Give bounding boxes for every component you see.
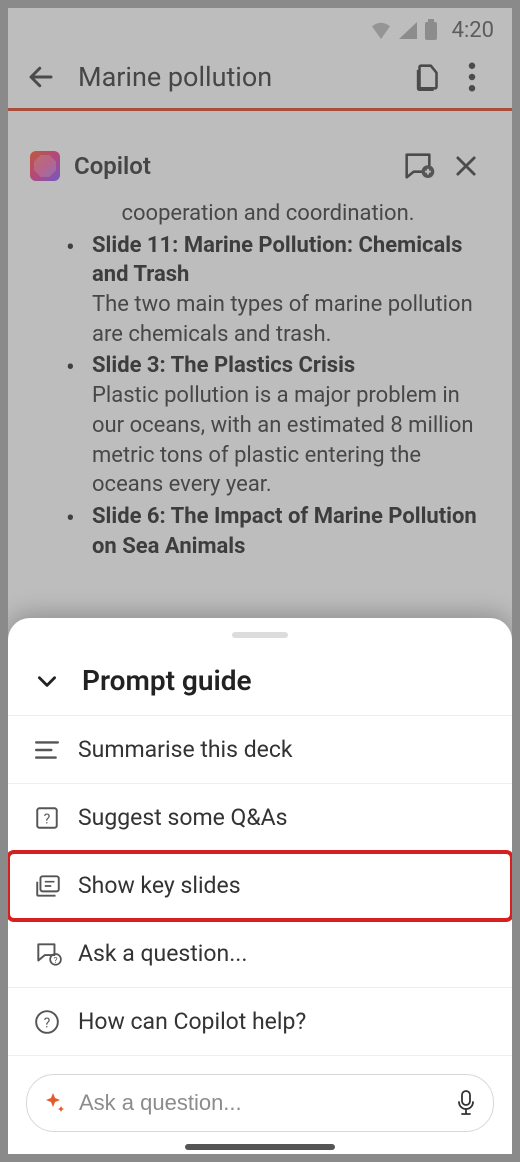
svg-text:?: ? [44,1015,51,1031]
slides-icon [34,873,78,899]
status-bar: 4:20 [8,8,512,52]
sheet-grabber[interactable] [232,632,288,638]
slide-title: Slide 6: The Impact of Marine Pollution … [92,504,477,559]
menu-suggest-qas[interactable]: ? Suggest some Q&As [8,784,512,852]
sparkle-icon [43,1091,67,1115]
slide-summary-item: Slide 11: Marine Pollution: Chemicals an… [58,231,478,350]
menu-how-can-copilot-help[interactable]: ? How can Copilot help? [8,988,512,1056]
svg-text:?: ? [44,811,51,827]
copilot-title: Copilot [74,152,394,180]
copilot-panel-header: Copilot [8,139,512,193]
chevron-down-icon [34,668,70,694]
menu-label: Ask a question... [78,940,247,967]
prompt-menu: Summarise this deck ? Suggest some Q&As … [8,715,512,1056]
prompt-guide-sheet: Prompt guide Summarise this deck ? Sugge… [8,618,512,1154]
help-icon: ? [34,1009,78,1035]
wifi-icon [370,21,392,39]
partial-prev-line: cooperation and coordination. [58,199,478,231]
question-card-icon: ? [34,805,78,831]
close-copilot-button[interactable] [442,152,490,180]
device-frame: 4:20 Marine pollution Copilot [0,0,520,1162]
slide-title: Slide 3: The Plastics Crisis [92,353,355,378]
more-menu-button[interactable] [450,62,494,92]
menu-label: How can Copilot help? [78,1008,306,1035]
copilot-response: cooperation and coordination. Slide 11: … [8,193,512,561]
menu-ask-question[interactable]: ? Ask a question... [8,920,512,988]
mic-icon[interactable] [455,1090,477,1116]
sheet-header[interactable]: Prompt guide [8,652,512,715]
slide-summary-item: Slide 3: The Plastics Crisis Plastic pol… [58,351,478,499]
slide-title: Slide 11: Marine Pollution: Chemicals an… [92,233,462,288]
slide-body: The two main types of marine pollution a… [92,292,473,347]
copilot-logo-icon [30,151,60,181]
signal-icon [398,21,418,39]
sheet-title: Prompt guide [82,664,252,697]
new-chat-button[interactable] [394,149,442,183]
svg-text:?: ? [53,956,57,966]
battery-icon [424,19,438,41]
status-time: 4:20 [452,18,494,43]
slide-summary-item: Slide 6: The Impact of Marine Pollution … [58,502,478,561]
summarise-icon [34,739,78,761]
home-indicator[interactable] [185,1144,335,1150]
slide-body: Plastic pollution is a major problem in … [92,383,474,497]
menu-label: Show key slides [78,872,241,899]
app-header: Marine pollution [8,52,512,111]
ask-input[interactable] [79,1090,443,1116]
document-title: Marine pollution [60,61,406,93]
menu-summarise-deck[interactable]: Summarise this deck [8,716,512,784]
back-button[interactable] [26,62,60,92]
menu-label: Summarise this deck [78,736,293,763]
menu-label: Suggest some Q&As [78,804,288,831]
chat-question-icon: ? [34,941,78,967]
copilot-header-icon[interactable] [406,60,450,94]
menu-show-key-slides[interactable]: Show key slides [8,852,512,920]
ask-input-bar[interactable] [26,1074,494,1132]
